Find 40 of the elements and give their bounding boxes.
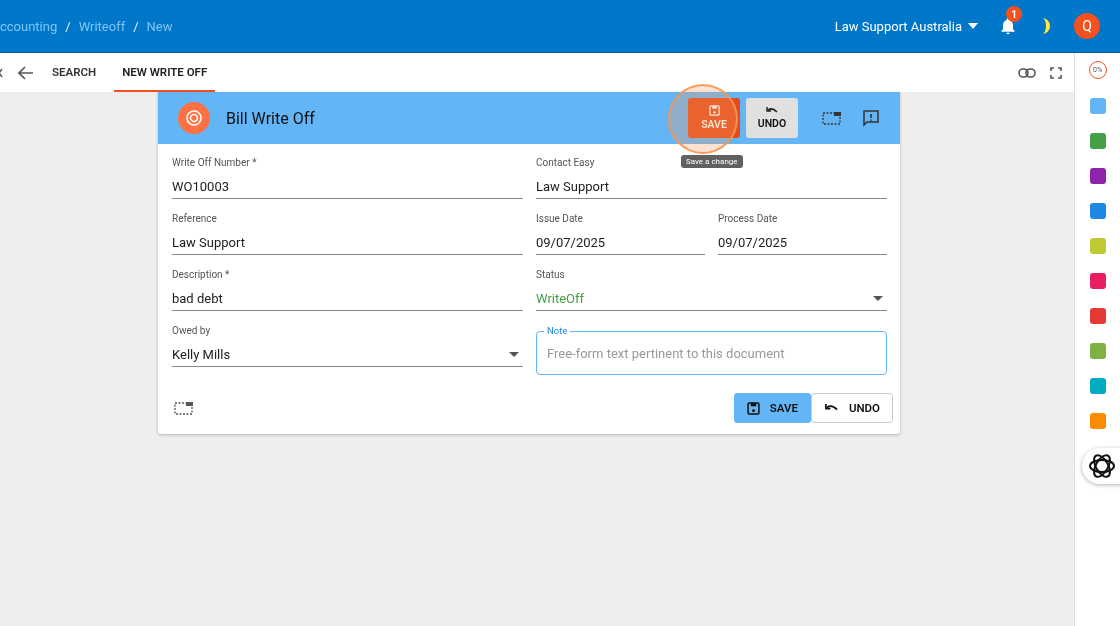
field-label: Status xyxy=(536,269,565,280)
target-logo-icon xyxy=(178,102,210,134)
breadcrumb-separator: / xyxy=(133,18,139,34)
layout-toggle-icon[interactable] xyxy=(174,400,194,416)
input-field[interactable]: bad debt xyxy=(172,286,523,311)
field-label: Description * xyxy=(172,269,230,280)
header-button[interactable]: UNDO xyxy=(746,98,798,138)
dropdown-caret-icon xyxy=(509,351,519,357)
back-arrow-icon[interactable] xyxy=(18,65,34,80)
field-label: Contact Easy xyxy=(536,157,595,168)
organization-dropdown[interactable]: Law Support Australia xyxy=(834,18,978,34)
field-label: Owed by xyxy=(172,325,211,336)
input-field[interactable]: 09/07/2025 xyxy=(536,230,705,255)
undo-icon xyxy=(823,403,839,413)
notification-badge: 1 xyxy=(1006,6,1022,22)
input-field[interactable]: Law Support xyxy=(172,230,523,255)
save-icon xyxy=(708,105,720,116)
input-field[interactable]: Law Support xyxy=(536,174,887,199)
undo-icon xyxy=(766,106,778,115)
field-label: Reference xyxy=(172,213,217,224)
save-icon xyxy=(746,401,760,415)
breadcrumb-separator: / xyxy=(65,18,71,34)
form-title: Bill Write Off xyxy=(226,108,315,128)
link-icon[interactable] xyxy=(1018,67,1036,78)
input-field[interactable]: WO10003 xyxy=(172,174,523,199)
field-label: Issue Date xyxy=(536,213,583,224)
layout-toggle-icon[interactable] xyxy=(822,110,842,126)
undo-button[interactable]: UNDO xyxy=(810,393,893,423)
tooltip: Save a change xyxy=(681,155,743,168)
save-button[interactable]: SAVE xyxy=(733,393,811,423)
field-label: Write Off Number * xyxy=(172,157,257,168)
select-field[interactable]: Kelly Mills xyxy=(172,342,523,367)
flower-logo-icon[interactable] xyxy=(1081,448,1120,484)
field-label: Process Date xyxy=(718,213,778,224)
dropdown-caret-icon xyxy=(873,295,883,301)
caret-icon xyxy=(968,23,978,29)
fullscreen-icon[interactable] xyxy=(1050,66,1062,79)
tab[interactable]: SEARCH xyxy=(44,53,105,92)
input-field[interactable]: 09/07/2025 xyxy=(718,230,887,255)
feedback-icon[interactable] xyxy=(862,109,880,127)
